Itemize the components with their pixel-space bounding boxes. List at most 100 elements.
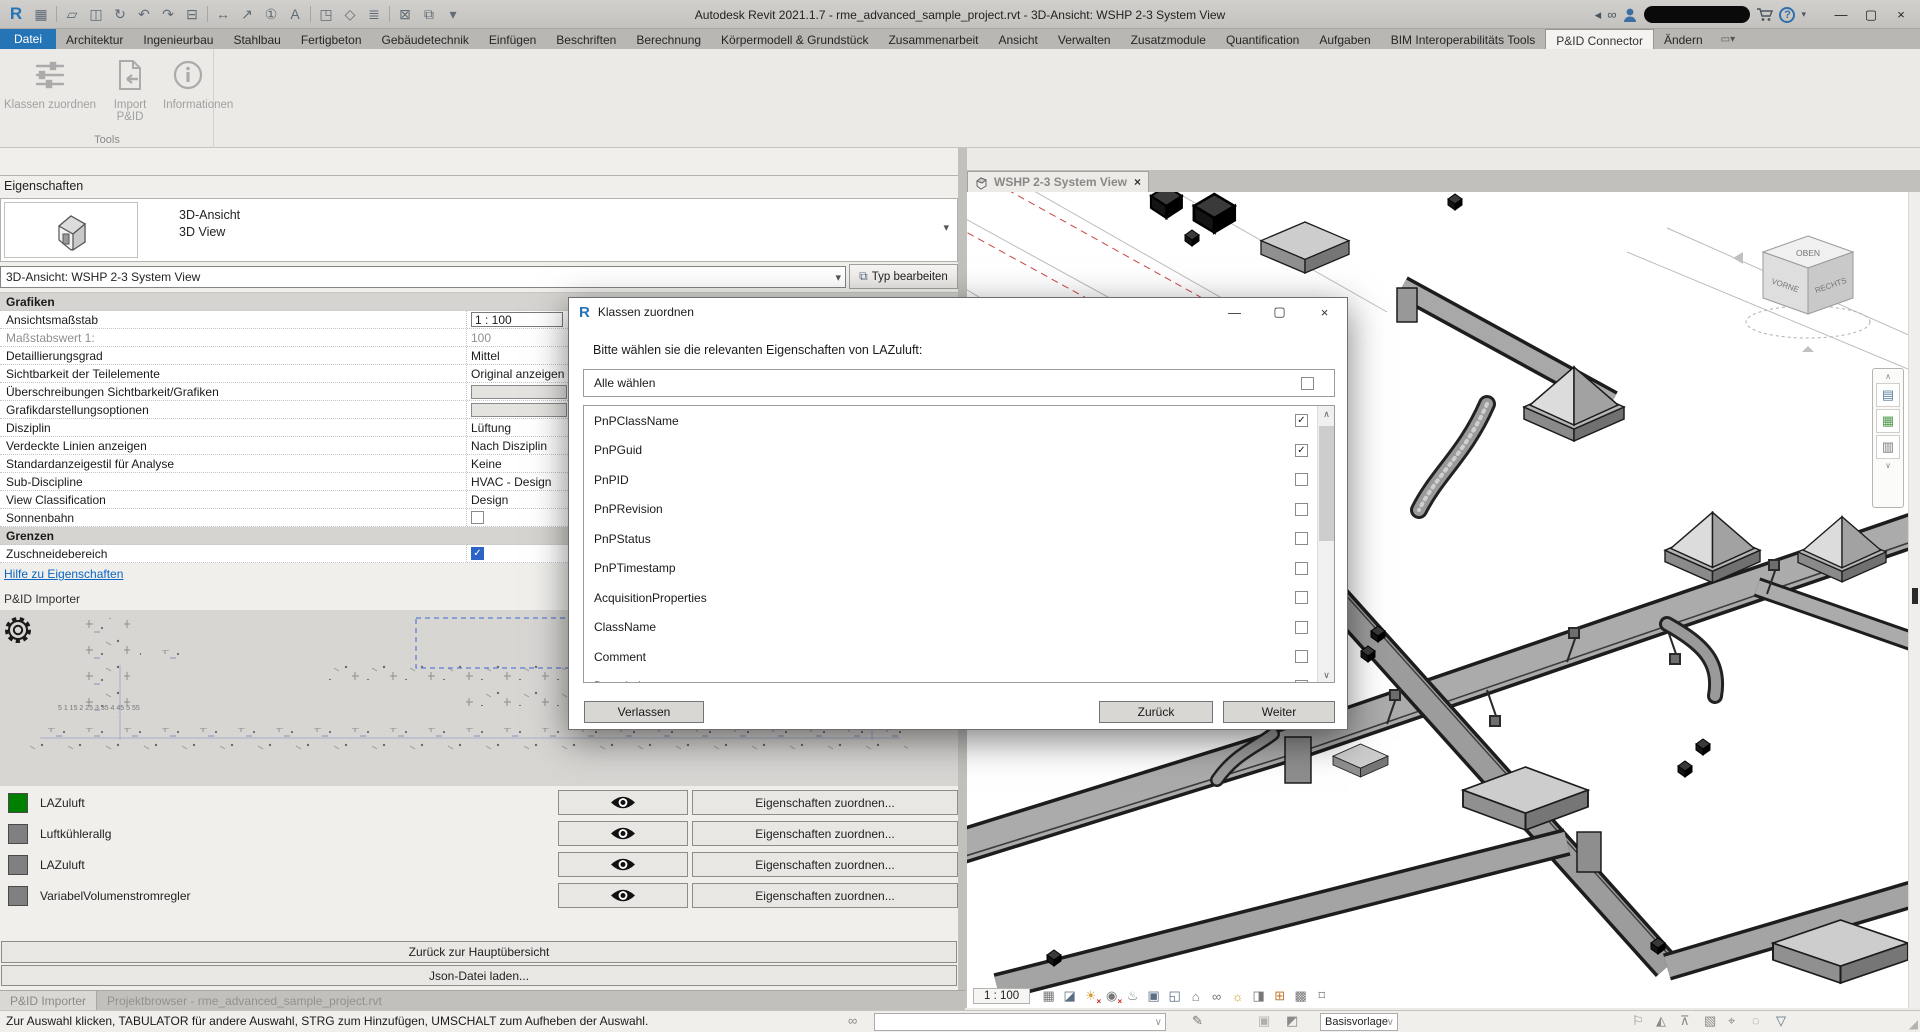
customize-qat-icon[interactable]: ▾ — [442, 4, 464, 24]
selection-box-icon[interactable]: ⌑ — [1313, 988, 1330, 1005]
exclude-elements-icon[interactable]: ◭ — [1656, 1013, 1666, 1029]
editing-requests-icon[interactable]: ✎ — [1192, 1013, 1203, 1029]
crop-region-icon[interactable]: ◱ — [1166, 988, 1183, 1005]
assign-properties-button[interactable]: Eigenschaften zuordnen... — [692, 821, 958, 846]
signed-in-username-redacted[interactable] — [1644, 6, 1750, 23]
section-icon[interactable]: ◇ — [339, 4, 361, 24]
properties-help-link[interactable]: Hilfe zu Eigenschaften — [4, 567, 123, 581]
dialog-title-bar[interactable]: R Klassen zuordnen — ▢ × — [569, 298, 1347, 326]
tab-beschriften[interactable]: Beschriften — [546, 29, 626, 49]
item-checkbox[interactable] — [1295, 650, 1308, 663]
collapse-arrow-icon[interactable]: ◂ — [1595, 7, 1602, 23]
chevron-down-icon[interactable]: ▾ — [943, 221, 949, 234]
item-checkbox[interactable] — [1295, 621, 1308, 634]
tab-zusammenarbeit[interactable]: Zusammenarbeit — [878, 29, 988, 49]
list-item[interactable]: ClassName — [584, 613, 1334, 643]
select-pinned-icon[interactable]: ⌖ — [1728, 1013, 1735, 1029]
layer-color-swatch[interactable] — [8, 855, 28, 875]
scroll-up-icon[interactable]: ∧ — [1318, 406, 1335, 423]
worksets-icon[interactable]: ∞ — [848, 1013, 857, 1028]
layer-visibility-button[interactable] — [558, 852, 688, 877]
assign-properties-button[interactable]: Eigenschaften zuordnen... — [692, 790, 958, 815]
app-store-cart-icon[interactable] — [1756, 7, 1773, 22]
select-all-checkbox[interactable] — [1301, 377, 1314, 390]
reveal-hidden-icon[interactable]: ☼ — [1229, 988, 1246, 1005]
exclude-options-icon[interactable]: ◩ — [1286, 1013, 1298, 1029]
item-checkbox[interactable]: ✓ — [1295, 414, 1308, 427]
search-icon[interactable]: ∞ — [1607, 7, 1616, 22]
load-json-button[interactable]: Json-Datei laden... — [1, 965, 957, 986]
scroll-down-icon[interactable]: ∨ — [1318, 667, 1335, 683]
tab-ingenieurbau[interactable]: Ingenieurbau — [133, 29, 223, 49]
chevron-down-icon[interactable]: ▾ — [835, 271, 841, 284]
view-selector-combo[interactable]: 3D-Ansicht: WSHP 2-3 System View ▾ — [0, 266, 846, 288]
tab-projektbrowser[interactable]: Projektbrowser - rme_advanced_sample_pro… — [97, 991, 392, 1010]
tab-bim-interoperabilitaets-tools[interactable]: BIM Interoperabilitäts Tools — [1381, 29, 1546, 49]
default-3d-view-icon[interactable]: ◳ — [315, 4, 337, 24]
list-item[interactable]: AcquisitionProperties — [584, 583, 1334, 613]
tab-stahlbau[interactable]: Stahlbau — [223, 29, 290, 49]
help-icon[interactable]: ? — [1779, 7, 1795, 23]
import-pid-button[interactable]: Import P&ID — [100, 55, 160, 123]
view-tab-wshp[interactable]: WSHP 2-3 System View × — [967, 171, 1149, 192]
dialog-close-button[interactable]: × — [1302, 298, 1347, 326]
weiter-button[interactable]: Weiter — [1223, 701, 1335, 723]
open-icon[interactable]: ▱ — [61, 4, 83, 24]
tag-icon[interactable]: ① — [260, 4, 282, 24]
dock-panel-button-3[interactable]: ▥ — [1876, 435, 1900, 459]
scale-combo-cell[interactable]: 1 : 100 — [471, 312, 563, 327]
list-item[interactable]: Comment — [584, 642, 1334, 672]
crop-view-icon[interactable]: ▣ — [1145, 988, 1162, 1005]
tab-ansicht[interactable]: Ansicht — [989, 29, 1048, 49]
list-item[interactable]: PnPTimestamp — [584, 554, 1334, 584]
press-drag-icon[interactable]: ⊼ — [1680, 1013, 1690, 1029]
sonnenbahn-checkbox[interactable] — [471, 511, 484, 524]
tab-berechnung[interactable]: Berechnung — [626, 29, 711, 49]
select-links-icon[interactable]: ▧ — [1704, 1013, 1716, 1029]
select-all-row[interactable]: Alle wählen — [583, 369, 1335, 397]
zuschneidebereich-checkbox[interactable]: ✓ — [471, 547, 484, 560]
scrollbar-handle[interactable] — [1912, 588, 1918, 604]
worksharing-display-icon[interactable]: ⊞ — [1271, 988, 1288, 1005]
ui-overview-icon[interactable]: ▦ — [30, 4, 52, 24]
assign-properties-button[interactable]: Eigenschaften zuordnen... — [692, 883, 958, 908]
sun-path-icon[interactable]: ☀× — [1082, 988, 1099, 1005]
klassen-zuordnen-button[interactable]: Klassen zuordnen — [2, 55, 98, 111]
assign-properties-button[interactable]: Eigenschaften zuordnen... — [692, 852, 958, 877]
save-icon[interactable]: ◫ — [85, 4, 107, 24]
tab-fertigbeton[interactable]: Fertigbeton — [291, 29, 372, 49]
aligned-dimension-icon[interactable]: ↗ — [236, 4, 258, 24]
tab-quantification[interactable]: Quantification — [1216, 29, 1309, 49]
print-icon[interactable]: ⊟ — [181, 4, 203, 24]
close-view-icon[interactable]: × — [1134, 175, 1141, 189]
item-checkbox[interactable] — [1295, 562, 1308, 575]
dialog-minimize-button[interactable]: — — [1212, 298, 1257, 326]
tab-aufgaben[interactable]: Aufgaben — [1309, 29, 1380, 49]
select-by-face-icon[interactable]: ◌ — [1752, 1013, 1760, 1028]
switch-windows-icon[interactable]: ⧉ — [418, 4, 440, 24]
tab-pid-connector[interactable]: P&ID Connector — [1545, 29, 1654, 49]
render-icon[interactable]: ♨ — [1124, 988, 1141, 1005]
restore-button[interactable]: ▢ — [1856, 3, 1886, 27]
list-item[interactable]: PnPClassName✓ — [584, 406, 1334, 436]
view-scale-button[interactable]: 1 : 100 — [973, 988, 1030, 1004]
sync-icon[interactable]: ↻ — [109, 4, 131, 24]
scroll-up-icon[interactable]: ∧ — [1885, 372, 1891, 381]
ribbon-display-toggle[interactable]: ▭▾ — [1713, 29, 1743, 49]
item-checkbox[interactable] — [1295, 680, 1308, 683]
item-checkbox[interactable]: ✓ — [1295, 444, 1308, 457]
hide-isolate-icon[interactable]: ∞ — [1208, 988, 1225, 1005]
scroll-down-icon[interactable]: ∨ — [1885, 461, 1891, 470]
viewport-scrollbar[interactable] — [1908, 192, 1920, 1008]
type-selector[interactable]: 3D-Ansicht 3D View ▾ — [0, 198, 958, 262]
layer-visibility-button[interactable] — [558, 821, 688, 846]
locked-view-icon[interactable]: ⌂ — [1187, 988, 1204, 1005]
temporary-view-icon[interactable]: ◨ — [1250, 988, 1267, 1005]
back-to-overview-button[interactable]: Zurück zur Hauptübersicht — [1, 941, 957, 963]
tab-architektur[interactable]: Architektur — [56, 29, 133, 49]
item-checkbox[interactable] — [1295, 473, 1308, 486]
list-item[interactable]: PnPStatus — [584, 524, 1334, 554]
keynote-icon[interactable]: ⚐ — [1632, 1013, 1644, 1029]
close-hidden-windows-icon[interactable]: ⊠ — [394, 4, 416, 24]
zurueck-button[interactable]: Zurück — [1099, 701, 1213, 723]
